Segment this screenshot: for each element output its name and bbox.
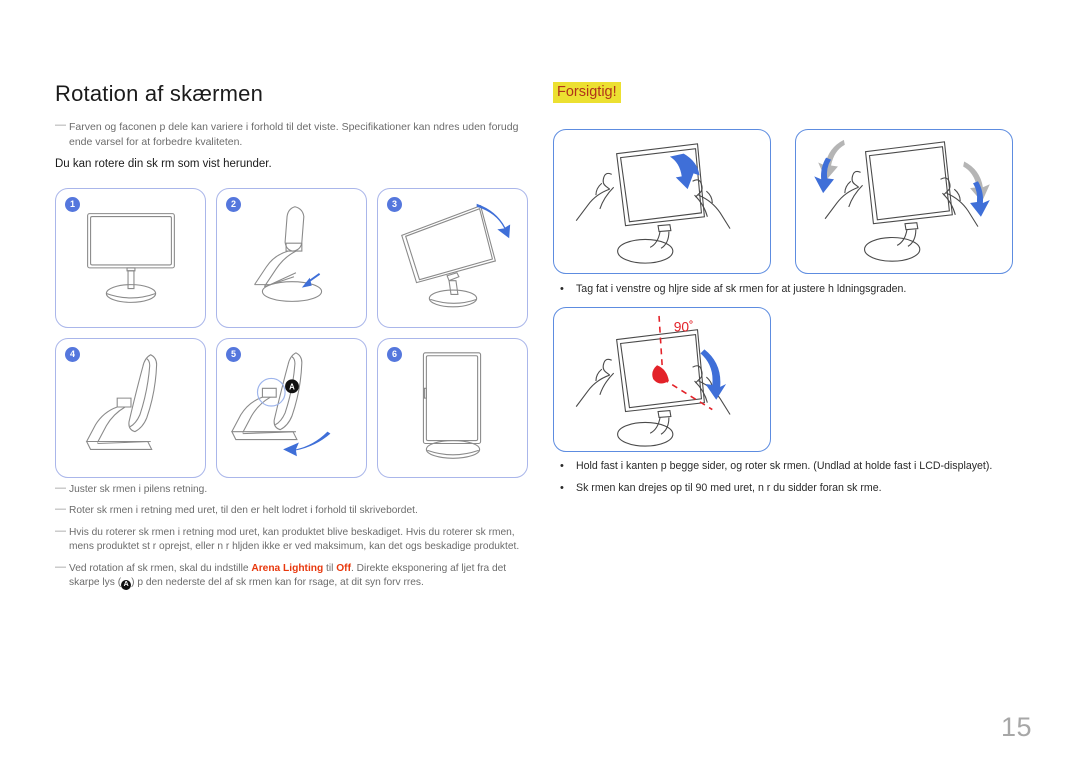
caution-panel-3: 90˚ bbox=[553, 307, 771, 452]
caution-panel-1 bbox=[553, 129, 771, 274]
caution-bullet-3: • Sk rmen kan drejes op til 90 med uret,… bbox=[556, 481, 1046, 496]
hands-rotate-90-icon: 90˚ bbox=[554, 308, 770, 451]
arena-off-value: Off bbox=[336, 562, 351, 574]
caution-bullet-1-text: Tag fat i venstre og hljre side af sk rm… bbox=[576, 283, 907, 295]
page-title: Rotation af skærmen bbox=[55, 81, 263, 106]
monitor-profile-icon bbox=[56, 339, 205, 477]
monitor-portrait-icon bbox=[378, 339, 527, 477]
step-card-5: 5 A bbox=[216, 338, 367, 478]
lead-text: Du kan rotere din sk rm som vist herunde… bbox=[55, 158, 272, 171]
left-column: Rotation af skærmen ― Farven og faconen … bbox=[55, 81, 525, 182]
step-badge-3: 3 bbox=[387, 197, 402, 212]
bottom-note-4: ― Ved rotation af sk rmen, skal du indst… bbox=[55, 560, 529, 591]
angle-label: 90˚ bbox=[674, 320, 694, 335]
document-page: Rotation af skærmen ― Farven og faconen … bbox=[0, 0, 1080, 763]
step-badge-5: 5 bbox=[226, 347, 241, 362]
dash-marker-icon: ― bbox=[55, 524, 66, 537]
dash-marker-icon: ― bbox=[55, 503, 66, 516]
bottom-note-3: ― Hvis du roterer sk rmen i retning mod … bbox=[55, 524, 529, 555]
bottom-note-1-text: Juster sk rmen i pilens retning. bbox=[69, 484, 208, 495]
caution-heading: Forsigtig! bbox=[553, 82, 621, 104]
caution-panel-2 bbox=[795, 129, 1013, 274]
arena-note-pre: Ved rotation af sk rmen, skal du indstil… bbox=[69, 562, 252, 574]
step-badge-6: 6 bbox=[387, 347, 402, 362]
caution-bullet-2-text: Hold fast i kanten p begge sider, og rot… bbox=[576, 460, 993, 472]
step-badge-4: 4 bbox=[65, 347, 80, 362]
dash-marker-icon: ― bbox=[55, 560, 66, 573]
arena-note-mid: til bbox=[323, 562, 337, 574]
step-illustration-grid: 1 2 3 4 5 A 6 bbox=[55, 188, 529, 488]
dash-marker-icon: ― bbox=[55, 119, 66, 132]
monitor-tilted-arrow-icon bbox=[378, 189, 527, 327]
caution-bullet-3-text: Sk rmen kan drejes op til 90 med uret, n… bbox=[576, 482, 882, 494]
bullet-dot-icon: • bbox=[560, 283, 564, 295]
monitor-profile-arrow-a-icon: A bbox=[217, 339, 366, 477]
caution-bullet-1: • Tag fat i venstre og hljre side af sk … bbox=[556, 282, 1046, 297]
caution-bullet-2: • Hold fast i kanten p begge sider, og r… bbox=[556, 459, 1046, 474]
hands-tilt-down-icon bbox=[554, 130, 770, 273]
step-badge-1: 1 bbox=[65, 197, 80, 212]
arena-lighting-term: Arena Lighting bbox=[251, 562, 324, 574]
step-card-3: 3 bbox=[377, 188, 528, 328]
step-badge-2: 2 bbox=[226, 197, 241, 212]
arena-note-end: ) p den nederste del af sk rmen kan for … bbox=[131, 577, 424, 589]
right-column: Forsigtig! bbox=[553, 82, 1023, 104]
page-number: 15 bbox=[1000, 712, 1032, 742]
bottom-note-1: ― Juster sk rmen i pilens retning. bbox=[55, 482, 529, 497]
step-row-bottom: 4 5 A 6 bbox=[55, 338, 529, 478]
bullet-dot-icon: • bbox=[560, 460, 564, 472]
intro-note: ― Farven og faconen p dele kan variere i… bbox=[55, 119, 525, 149]
caution-panel-row bbox=[553, 129, 1013, 274]
bottom-note-3-text: Hvis du roterer sk rmen i retning mod ur… bbox=[69, 526, 520, 553]
monitor-front-icon bbox=[56, 189, 205, 327]
step-card-6: 6 bbox=[377, 338, 528, 478]
step-card-2: 2 bbox=[216, 188, 367, 328]
step-row-top: 1 2 3 bbox=[55, 188, 529, 328]
a-badge-icon: A bbox=[121, 580, 132, 591]
bullet-dot-icon: • bbox=[560, 482, 564, 494]
svg-text:A: A bbox=[289, 383, 295, 392]
bottom-notes-list: ― Juster sk rmen i pilens retning. ― Rot… bbox=[55, 482, 529, 597]
monitor-stand-side-icon bbox=[217, 189, 366, 327]
bottom-note-2: ― Roter sk rmen i retning med uret, til … bbox=[55, 503, 529, 518]
bottom-note-2-text: Roter sk rmen i retning med uret, til de… bbox=[69, 505, 418, 517]
step-card-1: 1 bbox=[55, 188, 206, 328]
dash-marker-icon: ― bbox=[55, 482, 66, 494]
step-card-4: 4 bbox=[55, 338, 206, 478]
hands-rotate-both-icon bbox=[796, 130, 1012, 273]
intro-note-text: Farven og faconen p dele kan variere i f… bbox=[69, 121, 519, 148]
